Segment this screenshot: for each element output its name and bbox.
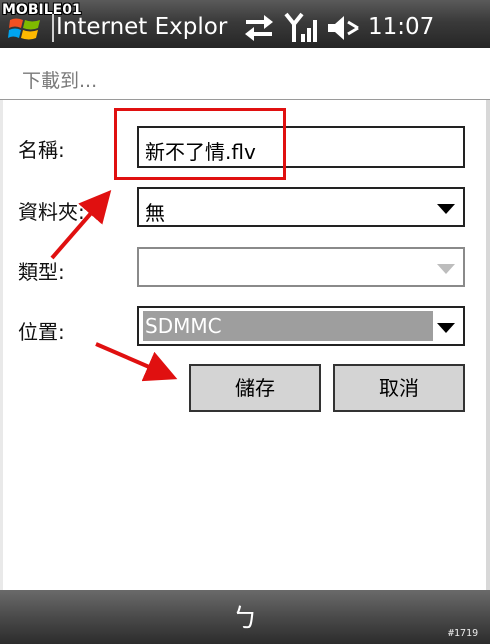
data-connection-icon[interactable] — [242, 12, 276, 44]
volume-muted-icon[interactable] — [326, 12, 360, 44]
name-label: 名稱: — [18, 138, 65, 162]
page-title: 下載到... — [22, 70, 98, 92]
windows-start-icon[interactable] — [8, 14, 42, 44]
softkey-mark[interactable]: ㄅ — [232, 598, 258, 635]
title-separator — [52, 14, 54, 42]
title-bar: MOBILE01 Internet Explore 11:07 — [0, 0, 490, 48]
location-label: 位置: — [18, 320, 65, 344]
location-selection-highlight: SDMMC — [143, 311, 433, 341]
right-edge — [486, 48, 490, 590]
left-edge — [0, 48, 3, 590]
location-select[interactable]: SDMMC — [137, 306, 465, 346]
corner-tag: #1719 — [448, 628, 479, 639]
folder-select-value: 無 — [145, 201, 165, 225]
annotation-arrow-save — [95, 342, 178, 382]
signal-strength-icon[interactable] — [284, 12, 320, 44]
type-label: 類型: — [18, 260, 65, 284]
folder-select[interactable]: 無 — [137, 187, 465, 227]
chevron-down-icon — [437, 204, 455, 214]
clock[interactable]: 11:07 — [368, 14, 434, 40]
type-select[interactable] — [137, 247, 465, 287]
annotation-highlight-box — [114, 108, 286, 180]
app-title: Internet Explore — [56, 14, 228, 40]
chevron-down-icon — [437, 323, 455, 333]
chevron-down-icon — [437, 264, 455, 274]
location-select-value: SDMMC — [145, 314, 222, 338]
save-button[interactable]: 儲存 — [189, 364, 321, 412]
cancel-button[interactable]: 取消 — [333, 364, 465, 412]
folder-label: 資料夾: — [18, 200, 85, 224]
